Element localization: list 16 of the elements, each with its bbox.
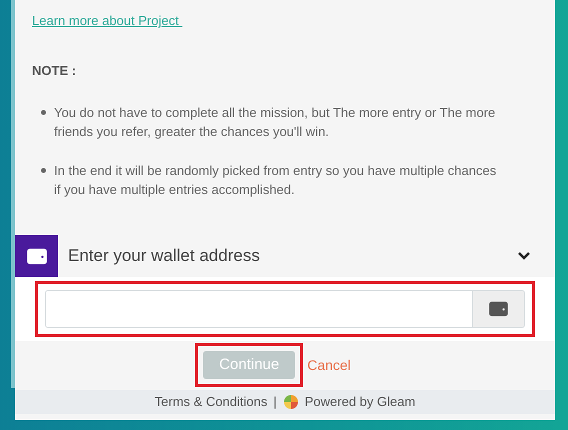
chevron-icon[interactable] bbox=[517, 250, 531, 260]
powered-by-text: Powered by Gleam bbox=[304, 392, 416, 411]
wallet-icon bbox=[488, 300, 509, 317]
bullet-icon bbox=[41, 168, 46, 172]
note-heading: NOTE : bbox=[32, 62, 78, 80]
cancel-link[interactable]: Cancel bbox=[307, 354, 351, 376]
wallet-icon bbox=[26, 246, 48, 264]
note-text: You do not have to complete all the mission, but The more entry or The more friends you refer, greater the chances you'll win. bbox=[54, 104, 496, 140]
separator: | bbox=[273, 392, 277, 411]
learn-more-link[interactable]: Learn more about Project bbox=[32, 13, 182, 28]
note-text: In the end it will be randomly picked from entry so you have multiple chances if you have multiple entries accomplished. bbox=[54, 162, 498, 198]
wallet-address-field[interactable] bbox=[45, 290, 473, 328]
bullet-icon bbox=[41, 110, 46, 114]
entry-title: Enter your wallet address bbox=[68, 244, 260, 267]
terms-link[interactable]: Terms & Conditions bbox=[154, 392, 268, 412]
logo-icon bbox=[282, 394, 299, 410]
